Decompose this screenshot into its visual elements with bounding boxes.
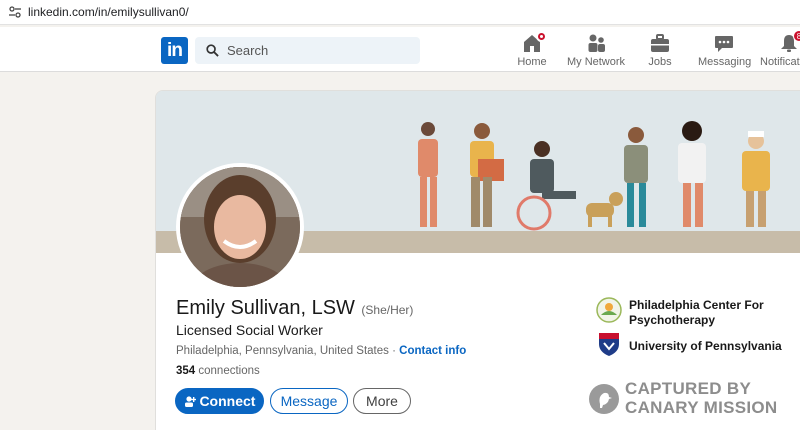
search-input[interactable]: [227, 37, 412, 64]
nav-item-my-network[interactable]: My Network: [566, 33, 626, 69]
nav-label-my-network: My Network: [566, 56, 626, 68]
add-person-icon: [184, 396, 196, 407]
canary-mission-watermark: CAPTURED BY CANARY MISSION: [589, 380, 789, 420]
profile-location: Philadelphia, Pennsylvania, United State…: [176, 345, 389, 357]
connections-label: connections: [198, 365, 260, 377]
org-name-line1: Philadelphia Center For: [629, 298, 764, 312]
nav-label-home: Home: [517, 56, 547, 68]
linkedin-logo[interactable]: in: [161, 37, 188, 64]
profile-location-row: Philadelphia, Pennsylvania, United State…: [176, 345, 466, 357]
search-icon: [206, 44, 219, 57]
bell-icon: 8: [778, 30, 800, 53]
more-button[interactable]: More: [353, 388, 411, 414]
connections-count[interactable]: 354 connections: [176, 365, 260, 377]
search-box[interactable]: [195, 37, 420, 64]
connect-button[interactable]: Connect: [175, 388, 264, 414]
profile-name-row: Emily Sullivan, LSW (She/Her): [176, 297, 413, 320]
people-icon: [585, 33, 607, 53]
org-name-university: University of Pennsylvania: [629, 339, 782, 353]
url-text[interactable]: linkedin.com/in/emilysullivan0/: [28, 5, 189, 19]
nav-item-home[interactable]: Home: [514, 31, 550, 69]
nav-item-jobs[interactable]: Jobs: [644, 33, 676, 69]
site-settings-icon[interactable]: [8, 5, 22, 19]
briefcase-icon: [649, 33, 671, 53]
connections-number: 354: [176, 365, 196, 377]
psychotherapy-center-logo: [596, 297, 622, 323]
org-name-line2: Psychotherapy: [629, 313, 716, 327]
nav-label-jobs: Jobs: [648, 56, 672, 68]
watermark-line1: CAPTURED BY: [625, 379, 752, 398]
connect-button-label: Connect: [199, 393, 256, 409]
watermark-line2: CANARY MISSION: [625, 398, 778, 417]
home-notification-dot: [536, 31, 547, 42]
avatar-photo: [180, 167, 300, 287]
contact-info-link[interactable]: Contact info: [399, 345, 466, 357]
message-button[interactable]: Message: [270, 388, 348, 414]
profile-avatar[interactable]: [176, 163, 304, 291]
nav-item-messaging[interactable]: Messaging: [698, 33, 752, 69]
browser-address-bar[interactable]: linkedin.com/in/emilysullivan0/: [0, 0, 800, 25]
profile-name: Emily Sullivan, LSW: [176, 297, 355, 319]
chat-icon: [713, 33, 735, 53]
nav-item-notifications[interactable]: 8 Notifications: [760, 30, 800, 69]
nav-label-notifications: Notifications: [760, 56, 800, 68]
canary-bird-icon: [589, 384, 619, 414]
home-icon: [521, 31, 547, 53]
notification-count-badge: 8: [793, 30, 800, 42]
profile-headline: Licensed Social Worker: [176, 322, 323, 338]
nav-label-messaging: Messaging: [698, 56, 752, 68]
university-shield-logo: [599, 333, 619, 356]
top-nav: in Home My Network: [0, 27, 800, 72]
profile-pronouns: (She/Her): [361, 303, 414, 317]
location-separator: ·: [392, 345, 396, 357]
